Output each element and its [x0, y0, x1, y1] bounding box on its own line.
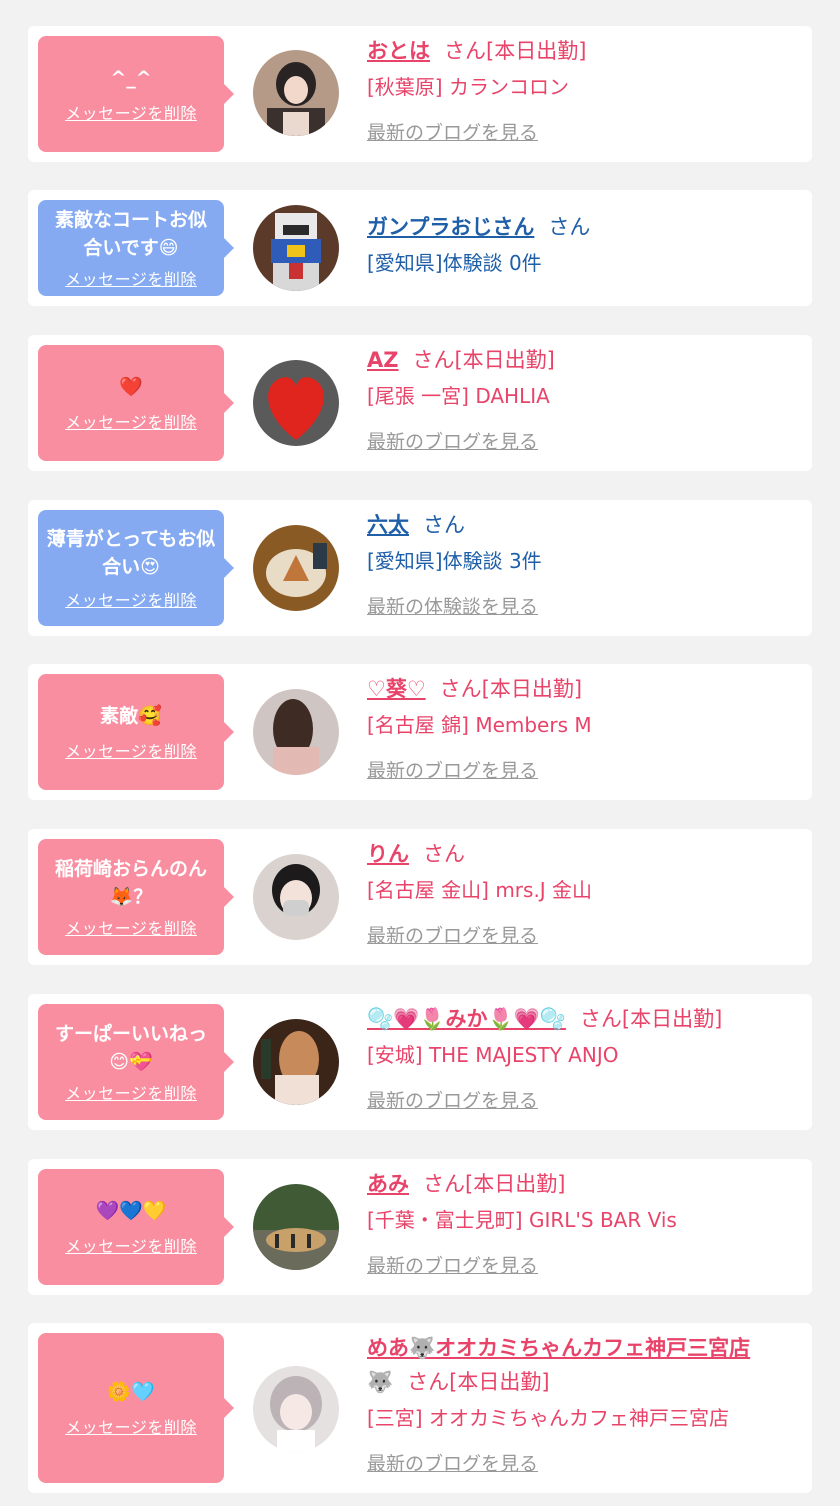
user-info: ♡葵♡ さん[本日出勤] [名古屋 錦] Members M 最新のブログを見る	[367, 674, 802, 784]
user-info: あみ さん[本日出勤] [千葉・富士見町] GIRL'S BAR Vis 最新のブ…	[367, 1169, 802, 1279]
shop-info: [名古屋 錦] Members M	[367, 713, 592, 737]
shop-info: [三宮] オオカミちゃんカフェ神戸三宮店	[367, 1406, 729, 1430]
username-link[interactable]: ガンプラおじさん	[367, 215, 534, 239]
message-text: ^_^	[110, 67, 152, 89]
message-text: 🌼🩵	[107, 1381, 155, 1403]
message-text: すーぱーいいねっ😊💝	[54, 1023, 207, 1073]
delete-message-link[interactable]: メッセージを削除	[65, 1414, 197, 1438]
message-bubble: 💜💙💛 メッセージを削除	[38, 1169, 234, 1285]
shop-info: [千葉・富士見町] GIRL'S BAR Vis	[367, 1208, 677, 1232]
shop-info: [名古屋 金山] mrs.J 金山	[367, 878, 593, 902]
delete-message-link[interactable]: メッセージを削除	[65, 409, 197, 433]
message-bubble: 🌼🩵 メッセージを削除	[38, 1333, 234, 1483]
avatar[interactable]	[253, 689, 339, 775]
shop-info: [安城] THE MAJESTY ANJO	[367, 1043, 619, 1067]
avatar[interactable]	[253, 1366, 339, 1452]
user-info: AZ さん[本日出勤] [尾張 一宮] DAHLIA 最新のブログを見る	[367, 345, 802, 455]
latest-blog-link[interactable]: 最新のブログを見る	[367, 120, 538, 146]
user-suffix: さん[本日出勤]	[444, 39, 587, 63]
username-link[interactable]: 六太	[367, 513, 409, 537]
message-bubble: すーぱーいいねっ😊💝 メッセージを削除	[38, 1004, 234, 1120]
avatar[interactable]	[253, 360, 339, 446]
message-card: 薄青がとってもお似合い😍 メッセージを削除 六太 さん [愛知県]体験談 3件 最…	[28, 500, 812, 636]
username-link[interactable]: ♡葵♡	[367, 677, 426, 701]
latest-blog-link[interactable]: 最新のブログを見る	[367, 1451, 538, 1477]
user-suffix: さん[本日出勤]	[412, 348, 555, 372]
avatar[interactable]	[253, 1019, 339, 1105]
username-link[interactable]: めあ🐺オオカミちゃんカフェ神戸三宮店	[367, 1336, 750, 1360]
message-text: 稲荷崎おらんのん🦊？	[54, 858, 207, 908]
message-card: すーぱーいいねっ😊💝 メッセージを削除 🫧💗🌷みか🌷💗🫧 さん[本日出勤] [安城…	[28, 994, 812, 1130]
avatar[interactable]	[253, 1184, 339, 1270]
latest-blog-link[interactable]: 最新のブログを見る	[367, 758, 538, 784]
user-info: おとは さん[本日出勤] [秋葉原] カランコロン 最新のブログを見る	[367, 36, 802, 146]
message-card: 稲荷崎おらんのん🦊？ メッセージを削除 りん さん [名古屋 金山] mrs.J …	[28, 829, 812, 965]
message-text: 薄青がとってもお似合い😍	[46, 528, 216, 578]
delete-message-link[interactable]: メッセージを削除	[65, 738, 197, 762]
message-text: 💜💙💛	[95, 1200, 167, 1222]
latest-blog-link[interactable]: 最新のブログを見る	[367, 1253, 538, 1279]
user-info: ガンプラおじさん さん [愛知県]体験談 0件	[367, 212, 802, 278]
latest-review-link[interactable]: 最新の体験談を見る	[367, 594, 538, 620]
user-suffix: さん[本日出勤]	[423, 1172, 566, 1196]
avatar[interactable]	[253, 854, 339, 940]
avatar[interactable]	[253, 205, 339, 291]
delete-message-link[interactable]: メッセージを削除	[65, 266, 197, 290]
avatar[interactable]	[253, 525, 339, 611]
message-text: 素敵🥰	[100, 705, 162, 727]
username-continued: 🐺	[367, 1370, 394, 1394]
message-card: 🌼🩵 メッセージを削除 めあ🐺オオカミちゃんカフェ神戸三宮店 🐺 さん[本日出勤]…	[28, 1323, 812, 1493]
delete-message-link[interactable]: メッセージを削除	[65, 1080, 197, 1104]
latest-blog-link[interactable]: 最新のブログを見る	[367, 923, 538, 949]
shop-info: [尾張 一宮] DAHLIA	[367, 384, 550, 408]
message-bubble: ❤️ メッセージを削除	[38, 345, 234, 461]
message-card: 💜💙💛 メッセージを削除 あみ さん[本日出勤] [千葉・富士見町] GIRL'S…	[28, 1159, 812, 1295]
user-suffix: さん[本日出勤]	[407, 1370, 550, 1394]
message-bubble: 薄青がとってもお似合い😍 メッセージを削除	[38, 510, 234, 626]
review-count: [愛知県]体験談 3件	[367, 549, 542, 573]
delete-message-link[interactable]: メッセージを削除	[65, 1233, 197, 1257]
username-link[interactable]: 🫧💗🌷みか🌷💗🫧	[367, 1007, 566, 1031]
username-link[interactable]: AZ	[367, 348, 398, 372]
delete-message-link[interactable]: メッセージを削除	[65, 100, 197, 124]
username-link[interactable]: りん	[367, 842, 409, 866]
latest-blog-link[interactable]: 最新のブログを見る	[367, 1088, 538, 1114]
latest-blog-link[interactable]: 最新のブログを見る	[367, 429, 538, 455]
user-info: りん さん [名古屋 金山] mrs.J 金山 最新のブログを見る	[367, 839, 802, 949]
username-link[interactable]: あみ	[367, 1172, 409, 1196]
delete-message-link[interactable]: メッセージを削除	[65, 915, 197, 939]
user-suffix: さん	[548, 215, 591, 239]
user-suffix: さん	[423, 842, 465, 866]
review-count: [愛知県]体験談 0件	[367, 251, 542, 275]
message-text: 素敵なコートお似合いです😄	[54, 209, 207, 259]
user-info: めあ🐺オオカミちゃんカフェ神戸三宮店 🐺 さん[本日出勤] [三宮] オオカミちゃ…	[367, 1333, 802, 1477]
message-card: 素敵🥰 メッセージを削除 ♡葵♡ さん[本日出勤] [名古屋 錦] Members…	[28, 664, 812, 800]
user-suffix: さん[本日出勤]	[439, 677, 583, 701]
user-suffix: さん[本日出勤]	[579, 1007, 723, 1031]
user-suffix: さん	[423, 513, 465, 537]
message-bubble: 素敵🥰 メッセージを削除	[38, 674, 234, 790]
message-text: ❤️	[119, 376, 143, 398]
message-card: 素敵なコートお似合いです😄 メッセージを削除 ガンプラおじさん さん [愛知県]体…	[28, 190, 812, 306]
message-card: ^_^ メッセージを削除 おとは さん[本日出勤] [秋葉原] カランコロン 最新…	[28, 26, 812, 162]
delete-message-link[interactable]: メッセージを削除	[65, 587, 197, 611]
message-bubble: 素敵なコートお似合いです😄 メッセージを削除	[38, 200, 234, 296]
shop-info: [秋葉原] カランコロン	[367, 75, 569, 99]
message-card: ❤️ メッセージを削除 AZ さん[本日出勤] [尾張 一宮] DAHLIA 最新…	[28, 335, 812, 471]
message-bubble: 稲荷崎おらんのん🦊？ メッセージを削除	[38, 839, 234, 955]
message-bubble: ^_^ メッセージを削除	[38, 36, 234, 152]
username-link[interactable]: おとは	[367, 39, 430, 63]
user-info: 🫧💗🌷みか🌷💗🫧 さん[本日出勤] [安城] THE MAJESTY ANJO 最…	[367, 1004, 802, 1114]
avatar[interactable]	[253, 50, 339, 136]
user-info: 六太 さん [愛知県]体験談 3件 最新の体験談を見る	[367, 510, 802, 620]
